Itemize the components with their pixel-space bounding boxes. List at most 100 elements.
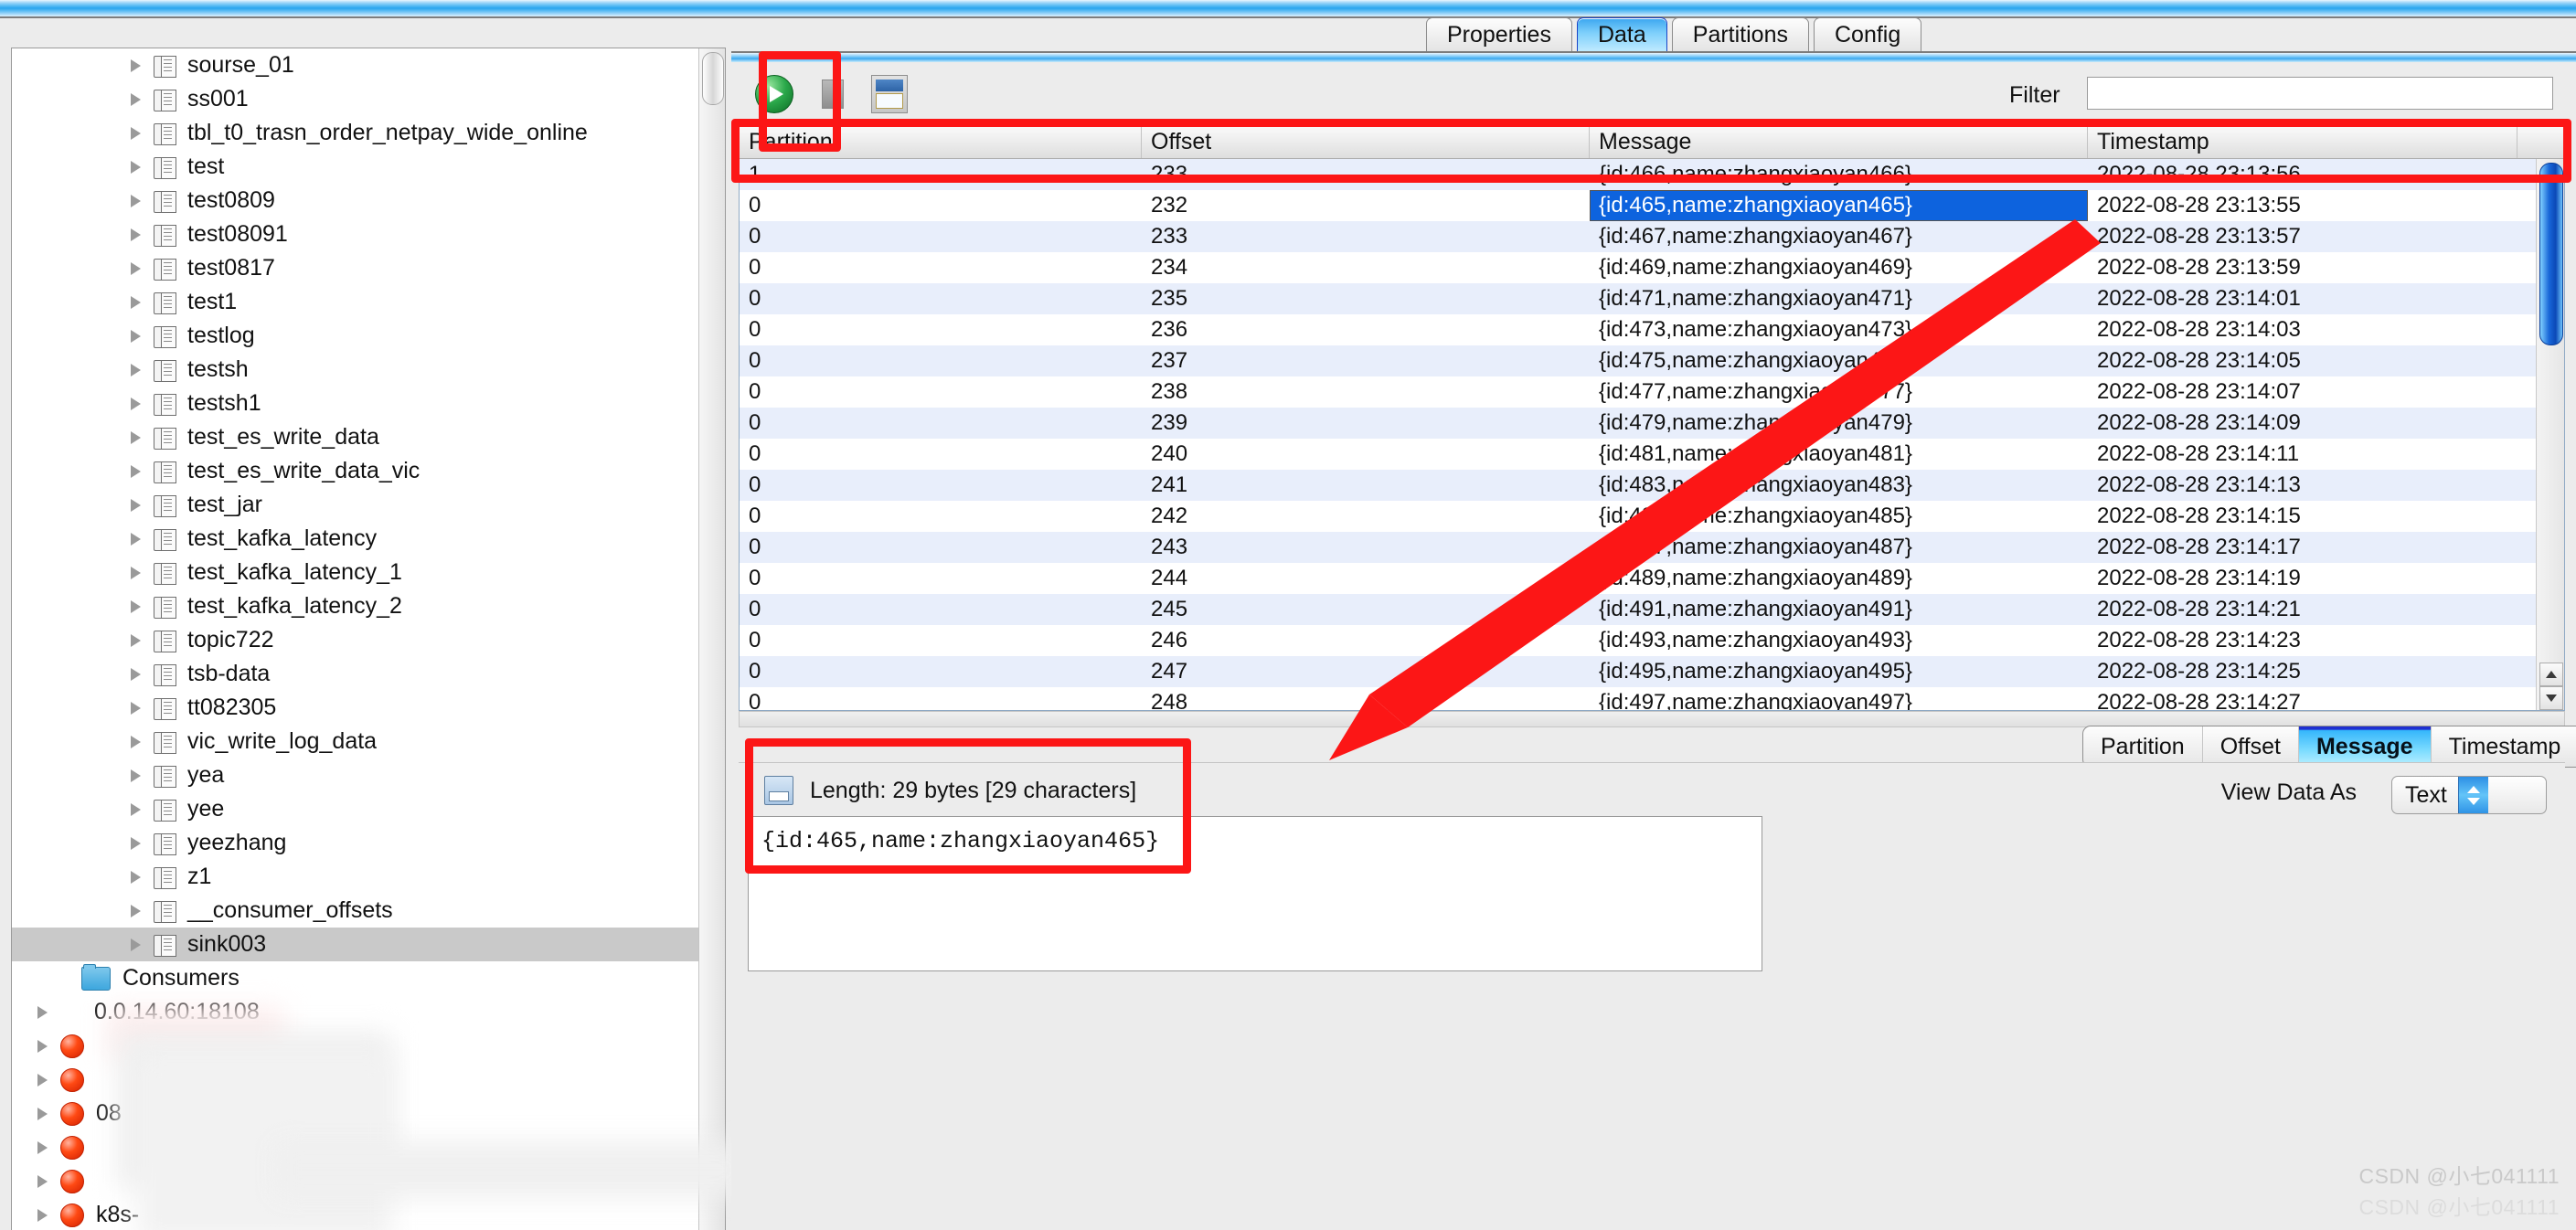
view-data-as-select[interactable]: Text <box>2391 776 2547 814</box>
chevron-right-icon[interactable] <box>131 92 141 106</box>
main-tabbar[interactable]: Properties Data Partitions Config <box>1426 16 1926 51</box>
cell-offset[interactable]: 237 <box>1142 345 1590 376</box>
tree-item-topic[interactable]: test0809 <box>12 184 699 217</box>
tree-item-topic[interactable]: testsh1 <box>12 387 699 420</box>
cell-message[interactable]: {id:491,name:zhangxiaoyan491} <box>1590 594 2088 625</box>
tree-item-topic[interactable]: test_kafka_latency <box>12 522 699 556</box>
column-header-timestamp[interactable]: Timestamp <box>2088 125 2517 158</box>
cell-timestamp[interactable]: 2022-08-28 23:14:01 <box>2088 283 2517 314</box>
cell-partition[interactable]: 0 <box>740 345 1142 376</box>
tree-item-topic[interactable]: test1 <box>12 285 699 319</box>
chevron-right-icon[interactable] <box>131 430 141 444</box>
chevron-right-icon[interactable] <box>131 329 141 343</box>
cell-offset[interactable]: 234 <box>1142 252 1590 283</box>
table-row[interactable]: 0 236 {id:473,name:zhangxiaoyan473} 2022-08… <box>740 314 2564 345</box>
cell-offset[interactable]: 235 <box>1142 283 1590 314</box>
cell-offset[interactable]: 240 <box>1142 439 1590 470</box>
table-row[interactable]: 0 239 {id:479,name:zhangxiaoyan479} 2022-08… <box>740 408 2564 439</box>
chevron-right-icon[interactable] <box>131 566 141 579</box>
messages-table-scrollbar-thumb[interactable] <box>2539 163 2563 345</box>
cell-message[interactable]: {id:469,name:zhangxiaoyan469} <box>1590 252 2088 283</box>
stepper-arrows-icon[interactable] <box>2457 777 2488 813</box>
cell-timestamp[interactable]: 2022-08-28 23:13:59 <box>2088 252 2517 283</box>
cell-offset[interactable]: 246 <box>1142 625 1590 656</box>
messages-table-header[interactable]: Partition Offset Message Timestamp <box>740 125 2564 159</box>
cell-offset[interactable]: 239 <box>1142 408 1590 439</box>
cell-timestamp[interactable]: 2022-08-28 23:13:57 <box>2088 221 2517 252</box>
cell-message[interactable]: {id:489,name:zhangxiaoyan489} <box>1590 563 2088 594</box>
table-row[interactable]: 0 244 {id:489,name:zhangxiaoyan489} 2022-08… <box>740 563 2564 594</box>
table-row[interactable]: 0 243 {id:487,name:zhangxiaoyan487} 2022-08… <box>740 532 2564 563</box>
detail-tab-timestamp[interactable]: Timestamp <box>2432 726 2576 767</box>
cell-partition[interactable]: 0 <box>740 656 1142 687</box>
cell-message[interactable]: {id:477,name:zhangxiaoyan477} <box>1590 376 2088 408</box>
cell-message[interactable]: {id:466,name:zhangxiaoyan466} <box>1590 159 2088 190</box>
cell-partition[interactable]: 0 <box>740 625 1142 656</box>
cell-offset[interactable]: 248 <box>1142 687 1590 710</box>
tree-item-topic[interactable]: test <box>12 150 699 184</box>
cell-offset[interactable]: 245 <box>1142 594 1590 625</box>
message-body-text[interactable]: {id:465,name:zhangxiaoyan465} <box>748 816 1762 971</box>
cell-message[interactable]: {id:473,name:zhangxiaoyan473} <box>1590 314 2088 345</box>
tree-item-topic[interactable]: test0817 <box>12 251 699 285</box>
cell-timestamp[interactable]: 2022-08-28 23:14:13 <box>2088 470 2517 501</box>
table-row[interactable]: 0 242 {id:485,name:zhangxiaoyan485} 2022-08… <box>740 501 2564 532</box>
cell-message[interactable]: {id:467,name:zhangxiaoyan467} <box>1590 221 2088 252</box>
chevron-right-icon[interactable] <box>131 194 141 207</box>
tree-scrollbar-thumb[interactable] <box>702 52 724 105</box>
cell-timestamp[interactable]: 2022-08-28 23:14:03 <box>2088 314 2517 345</box>
chevron-right-icon[interactable] <box>131 701 141 715</box>
cell-timestamp[interactable]: 2022-08-28 23:13:56 <box>2088 159 2517 190</box>
cell-message[interactable]: {id:495,name:zhangxiaoyan495} <box>1590 656 2088 687</box>
cell-offset[interactable]: 238 <box>1142 376 1590 408</box>
tree-item-topic[interactable]: topic722 <box>12 623 699 657</box>
chevron-right-icon[interactable] <box>131 735 141 748</box>
cell-timestamp[interactable]: 2022-08-28 23:14:25 <box>2088 656 2517 687</box>
table-row[interactable]: 0 240 {id:481,name:zhangxiaoyan481} 2022-08… <box>740 439 2564 470</box>
cell-offset[interactable]: 233 <box>1142 159 1590 190</box>
cell-message[interactable]: {id:465,name:zhangxiaoyan465} <box>1590 190 2088 221</box>
tree-item-topic[interactable]: z1 <box>12 860 699 894</box>
cell-offset[interactable]: 244 <box>1142 563 1590 594</box>
chevron-right-icon[interactable] <box>131 769 141 782</box>
tab-config[interactable]: Config <box>1813 17 1922 51</box>
cell-partition[interactable]: 0 <box>740 314 1142 345</box>
tree-item-topic[interactable]: yee <box>12 792 699 826</box>
chevron-right-icon[interactable] <box>37 1107 48 1120</box>
tree-item-topic[interactable]: testlog <box>12 319 699 353</box>
cell-partition[interactable]: 0 <box>740 532 1142 563</box>
scroll-up-arrow-icon[interactable] <box>2539 663 2563 686</box>
messages-table-body[interactable]: 1 233 {id:466,name:zhangxiaoyan466} 2022-08… <box>740 159 2564 710</box>
cell-partition[interactable]: 1 <box>740 159 1142 190</box>
open-window-button[interactable] <box>868 73 910 115</box>
cell-timestamp[interactable]: 2022-08-28 23:14:17 <box>2088 532 2517 563</box>
table-row[interactable]: 0 235 {id:471,name:zhangxiaoyan471} 2022-08… <box>740 283 2564 314</box>
cell-partition[interactable]: 0 <box>740 221 1142 252</box>
tab-properties[interactable]: Properties <box>1426 17 1572 51</box>
tree-item-topic[interactable]: test_es_write_data <box>12 420 699 454</box>
chevron-right-icon[interactable] <box>37 1208 48 1222</box>
tree-item-topic[interactable]: test_kafka_latency_2 <box>12 589 699 623</box>
chevron-right-icon[interactable] <box>131 261 141 275</box>
chevron-right-icon[interactable] <box>131 802 141 816</box>
chevron-right-icon[interactable] <box>37 1140 48 1154</box>
tree-item-topic[interactable]: testsh <box>12 353 699 387</box>
chevron-right-icon[interactable] <box>131 160 141 174</box>
cell-offset[interactable]: 236 <box>1142 314 1590 345</box>
chevron-right-icon[interactable] <box>131 295 141 309</box>
cell-message[interactable]: {id:487,name:zhangxiaoyan487} <box>1590 532 2088 563</box>
cell-partition[interactable]: 0 <box>740 687 1142 710</box>
cell-partition[interactable]: 0 <box>740 252 1142 283</box>
cell-message[interactable]: {id:475,name:zhangxiaoyan475} <box>1590 345 2088 376</box>
chevron-right-icon[interactable] <box>131 228 141 241</box>
chevron-right-icon[interactable] <box>131 126 141 140</box>
cell-message[interactable]: {id:493,name:zhangxiaoyan493} <box>1590 625 2088 656</box>
chevron-right-icon[interactable] <box>131 498 141 512</box>
cell-message[interactable]: {id:481,name:zhangxiaoyan481} <box>1590 439 2088 470</box>
cell-timestamp[interactable]: 2022-08-28 23:14:07 <box>2088 376 2517 408</box>
cell-timestamp[interactable]: 2022-08-28 23:14:11 <box>2088 439 2517 470</box>
scroll-to-bottom-icon[interactable] <box>2571 80 2576 110</box>
cell-partition[interactable]: 0 <box>740 594 1142 625</box>
detail-tab-offset[interactable]: Offset <box>2203 726 2299 767</box>
column-header-offset[interactable]: Offset <box>1142 125 1590 158</box>
